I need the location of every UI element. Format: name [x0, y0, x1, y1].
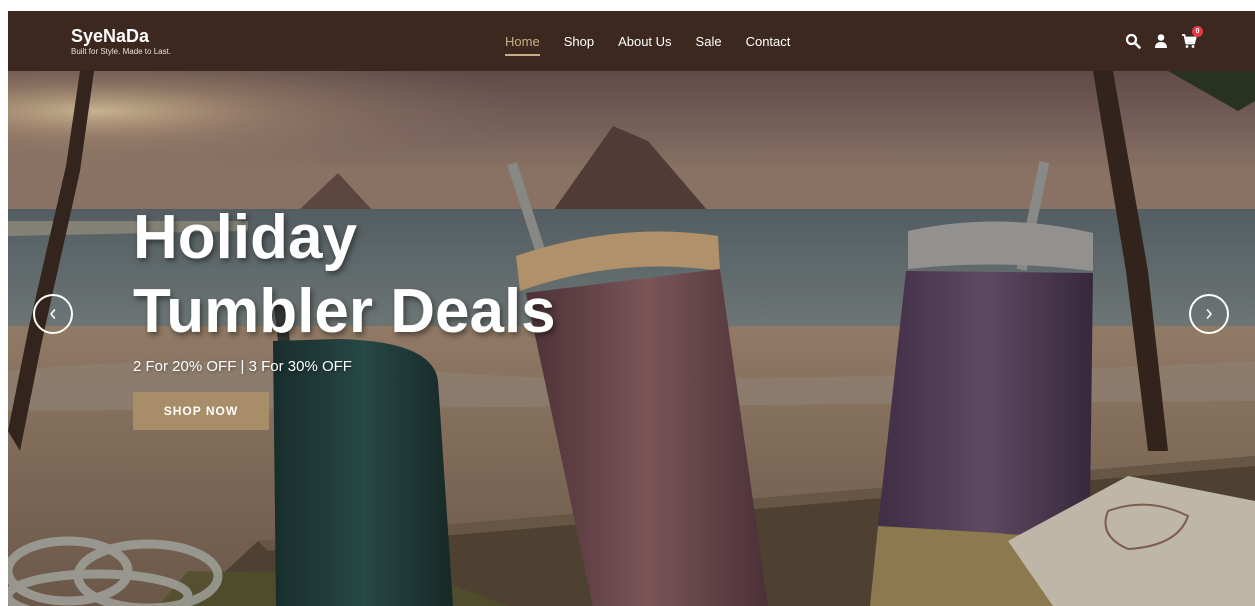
shop-now-button[interactable]: SHOP NOW	[133, 392, 269, 430]
hero-title-line-2: Tumbler Deals	[133, 277, 556, 346]
page-frame: SyeNaDa Built for Style. Made to Last. H…	[8, 11, 1255, 606]
nav-item-contact[interactable]: Contact	[746, 34, 791, 50]
hero-slider: Holiday Tumbler Deals 2 For 20% OFF | 3 …	[8, 71, 1255, 606]
nav-item-home[interactable]: Home	[505, 34, 540, 56]
slider-prev-button[interactable]	[33, 294, 73, 334]
main-nav: Home Shop About Us Sale Contact	[505, 34, 814, 56]
brand-logo[interactable]: SyeNaDa Built for Style. Made to Last.	[71, 26, 171, 57]
header-actions: 0	[1125, 26, 1203, 49]
cart-count-badge: 0	[1192, 26, 1203, 37]
nav-item-about-us[interactable]: About Us	[618, 34, 671, 50]
site-header: SyeNaDa Built for Style. Made to Last. H…	[8, 11, 1255, 71]
brand-name: SyeNaDa	[71, 26, 150, 46]
chevron-right-icon	[1206, 309, 1212, 319]
cart-icon[interactable]: 0	[1181, 26, 1203, 49]
brand-tagline: Built for Style. Made to Last.	[71, 47, 172, 56]
user-icon[interactable]	[1153, 33, 1169, 49]
hero-title: Holiday Tumbler Deals	[133, 201, 693, 349]
slider-next-button[interactable]	[1189, 294, 1229, 334]
hero-title-line-1: Holiday	[133, 203, 357, 272]
nav-item-shop[interactable]: Shop	[564, 34, 594, 50]
chevron-left-icon	[50, 309, 56, 319]
hero-subtitle: 2 For 20% OFF | 3 For 30% OFF	[133, 358, 352, 375]
nav-item-sale[interactable]: Sale	[696, 34, 722, 50]
search-icon[interactable]	[1125, 33, 1141, 49]
